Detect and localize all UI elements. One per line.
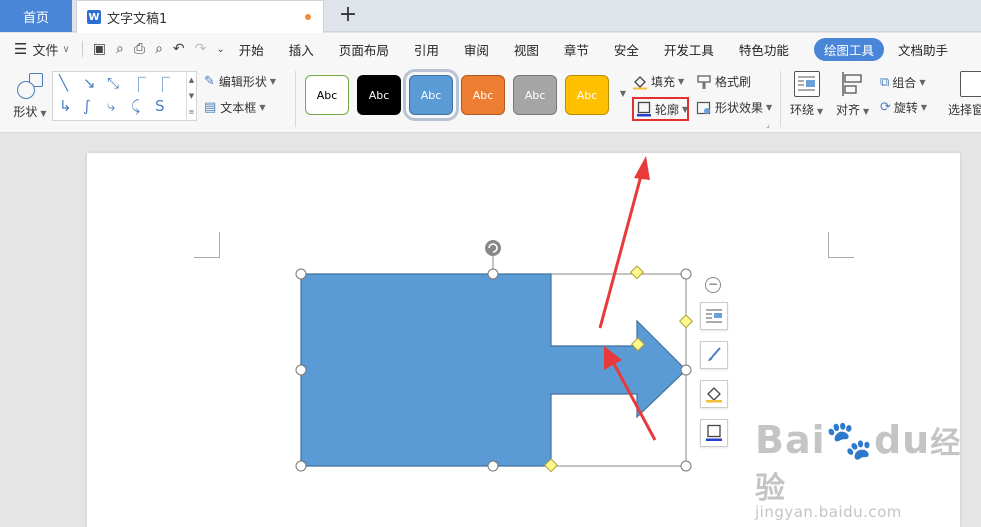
annotation-arrowhead-up	[634, 156, 650, 180]
watermark-url: jingyan.baidu.com	[755, 503, 902, 521]
rotate-handle-icon[interactable]	[485, 240, 501, 256]
paw-icon: 🐾	[825, 418, 874, 462]
watermark-brand-2: du	[873, 418, 931, 462]
baidu-jingyan-watermark: Bai🐾du经验 jingyan.baidu.com	[755, 418, 981, 521]
resize-handle-sw[interactable]	[295, 460, 307, 472]
fill-bucket-icon	[706, 387, 722, 403]
watermark-brand: Bai	[755, 418, 826, 462]
resize-handle-e[interactable]	[680, 364, 692, 376]
annotation-arrow-up	[598, 171, 644, 329]
shape-fill-quick-button[interactable]	[700, 380, 728, 408]
outline-icon	[706, 424, 722, 441]
collapse-toolbar-button[interactable]: −	[705, 277, 721, 293]
resize-handle-w[interactable]	[295, 364, 307, 376]
shape-style-quick-button[interactable]	[700, 341, 728, 369]
resize-handle-s[interactable]	[487, 460, 499, 472]
brush-icon	[708, 347, 721, 361]
wrap-options-icon	[706, 309, 722, 323]
adjust-handle-1[interactable]	[629, 265, 645, 280]
blue-arrow-callout-shape[interactable]	[300, 273, 687, 467]
layout-options-button[interactable]	[700, 302, 728, 330]
resize-handle-nw[interactable]	[295, 268, 307, 280]
resize-handle-se[interactable]	[680, 460, 692, 472]
adjust-handle-2[interactable]	[678, 314, 694, 329]
shape-outline-quick-button[interactable]	[700, 419, 728, 447]
resize-handle-ne[interactable]	[680, 268, 692, 280]
resize-handle-n[interactable]	[487, 268, 499, 280]
